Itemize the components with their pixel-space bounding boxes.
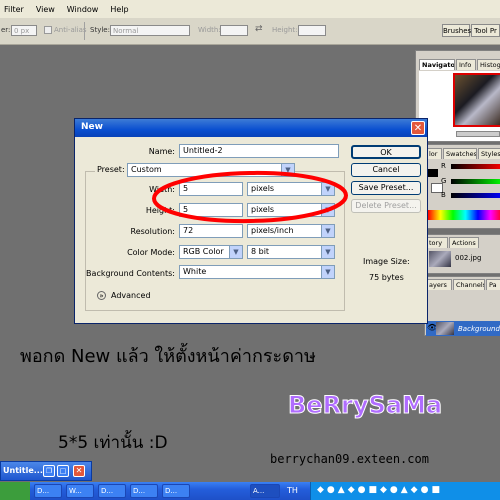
minimized-window[interactable]: Untitle... ❐ □ ✕ <box>0 461 92 481</box>
advanced-label[interactable]: Advanced <box>111 291 151 300</box>
menu-help[interactable]: Help <box>110 5 128 14</box>
menu-window[interactable]: Window <box>67 5 99 14</box>
tab-info[interactable]: Info <box>456 59 476 70</box>
taskbar-item[interactable]: D... <box>98 484 126 498</box>
size-note: 5*5 เท่านั้น :D <box>58 433 168 453</box>
divider <box>84 22 85 40</box>
layers-panel: ayers Channels Pa 👁 Background <box>424 276 500 336</box>
maximize-icon[interactable]: □ <box>57 465 69 477</box>
tab-layers[interactable]: ayers <box>426 279 452 290</box>
color-panel: lor Swatches Styles R G B <box>424 144 500 229</box>
taskbar: D... W... D... D... D... A... TH ◆●▲◆●■◆… <box>0 482 500 500</box>
brushes-tab[interactable]: Brushes <box>442 24 471 37</box>
channel-r-label: R <box>441 162 446 170</box>
resolution-label: Resolution: <box>130 227 176 236</box>
g-slider[interactable] <box>451 179 500 184</box>
taskbar-item-active[interactable]: A... <box>250 484 280 498</box>
name-label: Name: <box>148 147 175 156</box>
layer-thumbnail <box>436 322 454 335</box>
background-select[interactable]: White ▼ <box>179 265 335 279</box>
channel-g-label: G <box>441 177 447 185</box>
options-bar: er: 0 px Anti-alias Style: Normal Width:… <box>0 18 500 45</box>
background-value: White <box>183 267 207 276</box>
restore-icon[interactable]: ❐ <box>43 465 55 477</box>
bit-depth-select[interactable]: 8 bit ▼ <box>247 245 335 259</box>
delete-preset-button[interactable]: Delete Preset... <box>351 199 421 213</box>
image-size-label: Image Size: <box>363 257 410 266</box>
save-preset-button[interactable]: Save Preset... <box>351 181 421 195</box>
thai-caption: พอกด New แล้ว ให้ตั้งหน้าค่ากระดาษ <box>20 346 316 367</box>
tray-icons[interactable]: ◆●▲◆●■◆●▲◆●■ <box>317 485 443 495</box>
fg-color-swatch[interactable] <box>428 169 438 177</box>
antialias-checkbox[interactable] <box>44 26 52 34</box>
menu-view[interactable]: View <box>36 5 55 14</box>
ok-button[interactable]: OK <box>351 145 421 159</box>
height-input[interactable] <box>298 25 326 36</box>
history-panel: tory Actions 002.jpg <box>424 234 500 274</box>
taskbar-item[interactable]: W... <box>66 484 94 498</box>
color-spectrum[interactable] <box>428 210 500 220</box>
style-label: Style: <box>90 26 110 34</box>
colormode-label: Color Mode: <box>127 248 175 257</box>
tool-presets-tab[interactable]: Tool Pr <box>471 24 500 37</box>
r-slider[interactable] <box>451 164 500 169</box>
navigator-thumbnail[interactable] <box>453 73 500 127</box>
name-input[interactable]: Untitled-2 <box>179 144 339 158</box>
zoom-slider[interactable] <box>456 131 500 137</box>
tab-styles[interactable]: Styles <box>478 148 500 159</box>
taskbar-item[interactable]: D... <box>162 484 190 498</box>
history-thumbnail <box>429 251 451 267</box>
bit-depth-value: 8 bit <box>251 247 270 256</box>
tab-paths[interactable]: Pa <box>486 279 500 290</box>
tab-color[interactable]: lor <box>426 148 442 159</box>
tab-navigator[interactable]: Navigator <box>419 59 455 70</box>
minimized-window-title: Untitle... <box>3 466 43 475</box>
feather-input[interactable]: 0 px <box>11 25 37 36</box>
language-indicator[interactable]: TH <box>287 486 298 495</box>
width-label: Width: <box>198 26 221 34</box>
colormode-value: RGB Color <box>183 247 224 256</box>
chevron-down-icon: ▼ <box>321 266 334 278</box>
dialog-title: New <box>81 122 103 132</box>
system-tray: ◆●▲◆●■◆●▲◆●■ <box>310 482 500 500</box>
taskbar-item[interactable]: D... <box>34 484 62 498</box>
dialog-titlebar[interactable]: New ✕ <box>75 119 427 137</box>
chevron-down-icon: ▼ <box>321 246 334 258</box>
tab-histogram[interactable]: Histog <box>477 59 500 70</box>
menu-bar: Filter View Window Help <box>0 0 500 18</box>
tab-swatches[interactable]: Swatches <box>443 148 477 159</box>
channel-b-label: B <box>441 191 446 199</box>
tab-history[interactable]: tory <box>426 237 448 248</box>
brand-text: BeRrySaMa <box>287 391 443 420</box>
height-label: Height: <box>272 26 298 34</box>
tab-channels[interactable]: Channels <box>453 279 485 290</box>
layer-name: Background <box>458 325 500 333</box>
chevron-down-icon[interactable]: » <box>97 291 106 300</box>
close-icon[interactable]: ✕ <box>73 465 85 477</box>
feather-label: er: <box>1 26 11 34</box>
background-label: Background Contents: <box>86 269 175 278</box>
antialias-label: Anti-alias <box>54 26 87 34</box>
preset-label: Preset: <box>95 165 127 174</box>
b-slider[interactable] <box>451 193 500 198</box>
cancel-button[interactable]: Cancel <box>351 163 421 177</box>
style-select[interactable]: Normal <box>110 25 190 36</box>
tab-actions[interactable]: Actions <box>449 237 479 248</box>
highlight-ring <box>152 170 348 224</box>
menu-filter[interactable]: Filter <box>4 5 24 14</box>
chevron-down-icon: ▼ <box>229 246 242 258</box>
swap-icon[interactable]: ⇄ <box>255 24 263 34</box>
close-icon[interactable]: ✕ <box>411 121 425 135</box>
url-text: berrychan09.exteen.com <box>270 452 429 466</box>
image-size-value: 75 bytes <box>369 273 404 282</box>
history-item[interactable]: 002.jpg <box>455 254 481 262</box>
width-input[interactable] <box>220 25 248 36</box>
start-button[interactable] <box>0 482 30 500</box>
taskbar-item[interactable]: D... <box>130 484 158 498</box>
colormode-select[interactable]: RGB Color ▼ <box>179 245 243 259</box>
